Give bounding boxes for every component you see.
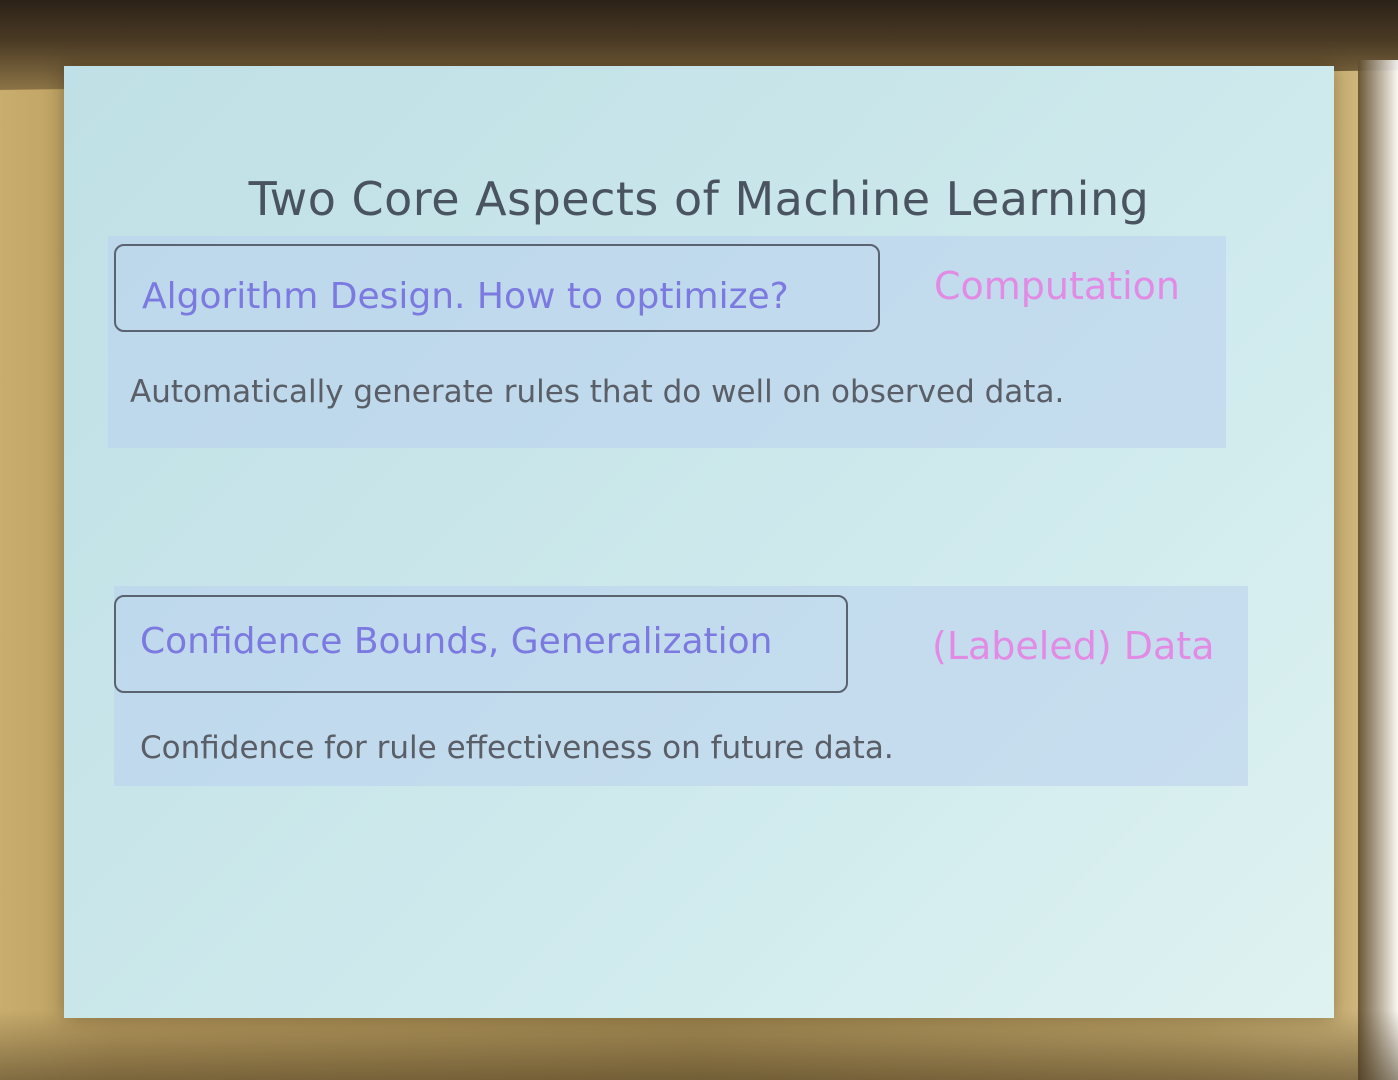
aspect-1-tag: Computation	[934, 264, 1180, 308]
projection-screen: Two Core Aspects of Machine Learning Alg…	[64, 66, 1334, 1018]
aspect-2-tag: (Labeled) Data	[932, 624, 1215, 668]
aspect-2-heading: Confidence Bounds, Generalization	[140, 621, 773, 662]
aspect-1-heading: Algorithm Design. How to optimize?	[142, 276, 789, 317]
aspect-1-heading-box: Algorithm Design. How to optimize?	[114, 244, 880, 332]
aspect-2-description: Confidence for rule effectiveness on fut…	[140, 730, 894, 766]
aspect-2-heading-box: Confidence Bounds, Generalization	[114, 595, 848, 693]
floor-shadow	[0, 1010, 1398, 1080]
screen-frame-edge	[1358, 60, 1398, 1080]
photo-scene: Two Core Aspects of Machine Learning Alg…	[0, 0, 1398, 1080]
aspect-1-description: Automatically generate rules that do wel…	[130, 374, 1065, 410]
slide-title: Two Core Aspects of Machine Learning	[248, 172, 1150, 226]
